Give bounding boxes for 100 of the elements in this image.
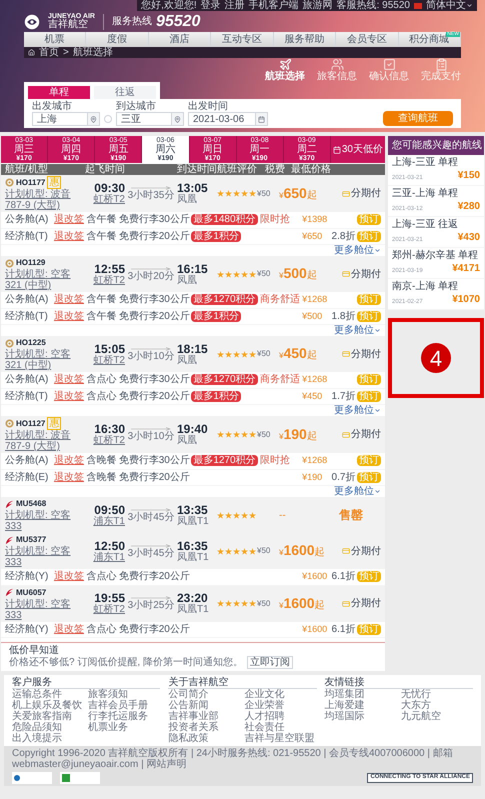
- arrival-time: 16:35: [177, 540, 209, 552]
- cabin-price: ¥1268: [302, 293, 328, 306]
- cabin-price: ¥1268: [302, 373, 328, 386]
- departure-time: 09:50: [94, 504, 125, 516]
- low-price-calendar-button[interactable]: 30天低价: [330, 136, 385, 163]
- installment-link[interactable]: 分期付: [351, 546, 381, 556]
- installment-link[interactable]: 分期付: [351, 268, 381, 280]
- more-cabins-link[interactable]: 更多舱位: [334, 405, 381, 416]
- tax-amount: ¥50: [257, 188, 270, 200]
- baggage-info: 免费行李20公斤: [118, 624, 190, 635]
- progress-step: 旅客信息: [317, 71, 357, 82]
- footer-link[interactable]: 吉祥事业部: [168, 711, 218, 722]
- discount-label: 6.1折: [332, 624, 356, 635]
- arrival-airport: 凤凰: [177, 435, 198, 446]
- footer-link[interactable]: 机上娱乐及餐饮: [12, 700, 82, 711]
- footer-link[interactable]: 企业荣誉: [244, 700, 284, 711]
- aircraft-type-link[interactable]: 计划机型: 空客333: [5, 598, 85, 620]
- installment-link[interactable]: 分期付: [351, 348, 381, 360]
- points-badge: 最多1270积分: [191, 374, 258, 386]
- hotline-number: 95520: [156, 14, 200, 30]
- arrival-time: 23:20: [177, 592, 209, 604]
- subscribe-button[interactable]: 立即订阅: [246, 656, 293, 669]
- more-cabins-link[interactable]: 更多舱位: [334, 325, 381, 336]
- refund-rules-link[interactable]: 退改签: [54, 374, 84, 386]
- city-field[interactable]: 三亚: [116, 112, 184, 126]
- flight-number: HO1225: [16, 337, 46, 348]
- trip-type-tab[interactable]: 往返: [94, 86, 156, 99]
- footer-link[interactable]: 均瑶集团: [324, 689, 365, 700]
- refund-rules-link[interactable]: 退改签: [54, 294, 84, 306]
- footer-link[interactable]: 均瑶国际: [324, 711, 365, 722]
- footer-link[interactable]: 无忧行: [400, 689, 431, 700]
- cabin-class: 经济舱(T): [5, 310, 48, 322]
- refund-rules-link[interactable]: 退改签: [54, 624, 84, 635]
- refund-rules-link[interactable]: 退改签: [54, 571, 84, 582]
- footer-link[interactable]: 行李托运服务: [88, 711, 148, 722]
- footer-link[interactable]: 旅客须知: [88, 689, 128, 700]
- footer-link[interactable]: 企业文化: [244, 689, 284, 700]
- flight-number: HO1177: [16, 176, 46, 188]
- aircraft-type-link[interactable]: 计划机型: 波音787-9 (大型): [5, 189, 85, 211]
- more-cabins-link[interactable]: 更多舱位: [334, 486, 381, 497]
- refund-rules-link[interactable]: 退改签: [54, 214, 84, 226]
- aircraft-type-link[interactable]: 计划机型: 空客333: [5, 510, 85, 532]
- refund-rules-link[interactable]: 退改签: [54, 455, 84, 466]
- tax-amount: ¥50: [257, 268, 270, 280]
- calendar-icon: [332, 146, 341, 154]
- breadcrumb-link[interactable]: 首页: [39, 47, 59, 58]
- column-header: 起飞时间: [85, 164, 125, 175]
- arrival-airport: 凤凰T1: [177, 552, 210, 562]
- tax-amount: ¥50: [257, 348, 270, 360]
- footer-link[interactable]: 关爱旅客指南: [12, 711, 72, 722]
- footer-link[interactable]: 投资者关系: [168, 722, 218, 733]
- breadcrumb-current: 航班选择: [72, 47, 113, 58]
- baggage-info: 免费行李30公斤: [118, 294, 190, 306]
- installment-link[interactable]: 分期付: [351, 598, 381, 609]
- more-cabins-link[interactable]: 更多舱位: [334, 245, 381, 256]
- date-field[interactable]: 2021-03-06: [188, 112, 268, 126]
- footer-link[interactable]: 大东方: [400, 700, 431, 711]
- search-flights-button[interactable]: 查询航班: [383, 111, 453, 126]
- lowest-price: ¥450起: [279, 344, 317, 363]
- discount-label: 2.8折: [332, 230, 356, 242]
- installment-link[interactable]: 分期付: [351, 429, 381, 440]
- footer-link[interactable]: 吉祥会员手册: [88, 700, 148, 711]
- footer-link[interactable]: 人才招聘: [244, 711, 284, 722]
- refund-rules-link[interactable]: 退改签: [54, 472, 84, 483]
- footer-link[interactable]: 机票业务: [88, 722, 128, 733]
- installment-icon: [342, 547, 350, 555]
- cabin-class: 公务舱(A): [5, 214, 48, 226]
- arrival-airport: 凤凰T1: [177, 516, 210, 526]
- points-badge: 最多1270积分: [191, 294, 258, 306]
- aircraft-type-link[interactable]: 计划机型: 空客321 (中型): [5, 269, 85, 291]
- footer-link[interactable]: 出入境提示: [12, 733, 62, 744]
- footer-link[interactable]: 危险品须知: [12, 722, 62, 733]
- installment-link[interactable]: 分期付: [351, 188, 381, 199]
- footer-link[interactable]: 上海爱建: [324, 700, 365, 711]
- refund-rules-link[interactable]: 退改签: [54, 310, 84, 322]
- footer-link[interactable]: 九元航空: [400, 711, 441, 722]
- trip-type-tab[interactable]: 单程: [28, 86, 90, 99]
- aircraft-type-link[interactable]: 计划机型: 空客333: [5, 546, 85, 568]
- footer-link[interactable]: 公司简介: [168, 689, 208, 700]
- departure-airport: 浦东T1: [93, 516, 125, 526]
- footer-link[interactable]: 社会责任: [244, 722, 284, 733]
- top-bar-link[interactable]: 登录: [200, 0, 221, 11]
- aircraft-type-link[interactable]: 计划机型: 波音787-9 (大型): [5, 430, 85, 452]
- refund-rules-link[interactable]: 退改签: [54, 390, 84, 402]
- departure-airport: 虹桥T2: [93, 274, 125, 286]
- city-field[interactable]: 上海: [32, 112, 100, 126]
- route-arrow-icon: [131, 346, 171, 350]
- footer-link[interactable]: 吉祥与星空联盟: [244, 733, 314, 744]
- refund-rules-link[interactable]: 退改签: [54, 230, 84, 242]
- arrival-airport: 凤凰: [177, 194, 198, 205]
- discount-label: 0.7折: [332, 472, 356, 483]
- top-bar-link[interactable]: 旅游网: [302, 0, 333, 11]
- footer-link[interactable]: 隐私政策: [168, 733, 208, 744]
- caret-icon: [374, 247, 381, 254]
- footer-link[interactable]: 运输总条件: [12, 689, 62, 700]
- promo-label: 商务舒适: [260, 294, 300, 306]
- caret-icon: [374, 488, 381, 495]
- location-pin-icon: [174, 116, 181, 122]
- aircraft-type-link[interactable]: 计划机型: 空客321 (中型): [5, 349, 85, 371]
- footer-link[interactable]: 公告新闻: [168, 700, 208, 711]
